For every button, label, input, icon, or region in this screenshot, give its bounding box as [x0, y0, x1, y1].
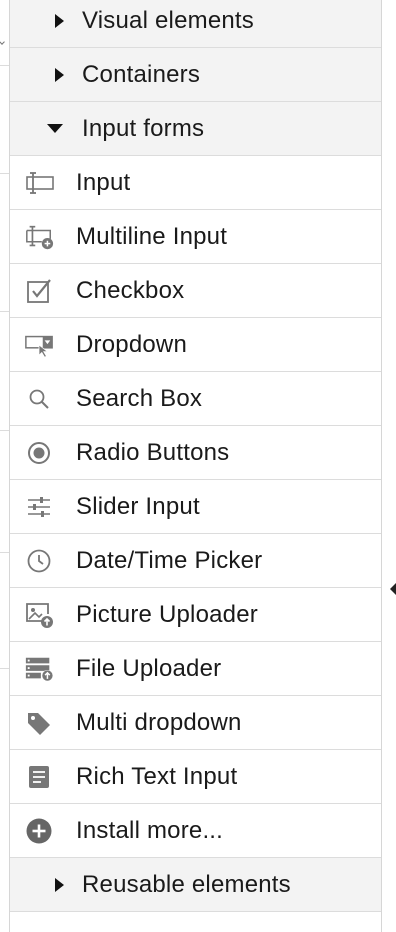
caret-right-icon — [55, 13, 64, 28]
plus-circle-icon — [24, 816, 54, 846]
panel-collapse-handle[interactable] — [390, 583, 396, 595]
checkbox-icon — [24, 276, 54, 306]
chevron-icon — [0, 39, 5, 45]
item-label: Input — [76, 168, 131, 196]
item-label: Date/Time Picker — [76, 546, 263, 574]
palette-item-rich-text-input[interactable]: Rich Text Input — [10, 750, 381, 804]
palette-item-radio-buttons[interactable]: Radio Buttons — [10, 426, 381, 480]
item-label: Search Box — [76, 384, 203, 412]
item-label: Slider Input — [76, 492, 200, 520]
item-label: Checkbox — [76, 276, 185, 304]
item-label: Dropdown — [76, 330, 187, 358]
canvas-edge — [0, 0, 9, 932]
multiline-input-icon — [24, 222, 54, 252]
document-icon — [24, 762, 54, 792]
palette-item-picture-uploader[interactable]: Picture Uploader — [10, 588, 381, 642]
item-label: Multiline Input — [76, 222, 228, 250]
caret-down-icon — [47, 124, 63, 133]
category-label: Reusable elements — [82, 870, 291, 898]
palette-item-multiline-input[interactable]: Multiline Input — [10, 210, 381, 264]
palette-item-search-box[interactable]: Search Box — [10, 372, 381, 426]
caret-right-icon — [55, 67, 64, 82]
item-label: File Uploader — [76, 654, 222, 682]
slider-icon — [24, 492, 54, 522]
dropdown-icon — [24, 330, 54, 360]
palette-item-install-more[interactable]: Install more... — [10, 804, 381, 858]
item-label: Picture Uploader — [76, 600, 258, 628]
palette-item-slider-input[interactable]: Slider Input — [10, 480, 381, 534]
search-icon — [24, 384, 54, 414]
radio-icon — [24, 438, 54, 468]
category-visual-elements[interactable]: Visual elements — [10, 0, 381, 48]
palette-item-date-time-picker[interactable]: Date/Time Picker — [10, 534, 381, 588]
category-label: Visual elements — [82, 6, 254, 34]
item-label: Rich Text Input — [76, 762, 238, 790]
category-reusable-elements[interactable]: Reusable elements — [10, 858, 381, 912]
category-input-forms[interactable]: Input forms — [10, 102, 381, 156]
category-containers[interactable]: Containers — [10, 48, 381, 102]
element-palette: Visual elements Containers Input forms I… — [9, 0, 382, 932]
item-label: Radio Buttons — [76, 438, 230, 466]
element-palette-page: Visual elements Containers Input forms I… — [0, 0, 396, 932]
file-upload-icon — [24, 654, 54, 684]
picture-upload-icon — [24, 600, 54, 630]
input-icon — [24, 168, 54, 198]
clock-icon — [24, 546, 54, 576]
caret-right-icon — [55, 877, 64, 892]
item-label: Multi dropdown — [76, 708, 242, 736]
palette-item-checkbox[interactable]: Checkbox — [10, 264, 381, 318]
tag-icon — [24, 708, 54, 738]
item-label: Install more... — [76, 816, 224, 844]
category-label: Containers — [82, 60, 201, 88]
palette-item-multi-dropdown[interactable]: Multi dropdown — [10, 696, 381, 750]
category-label: Input forms — [82, 114, 205, 142]
palette-item-file-uploader[interactable]: File Uploader — [10, 642, 381, 696]
palette-item-input[interactable]: Input — [10, 156, 381, 210]
palette-item-dropdown[interactable]: Dropdown — [10, 318, 381, 372]
